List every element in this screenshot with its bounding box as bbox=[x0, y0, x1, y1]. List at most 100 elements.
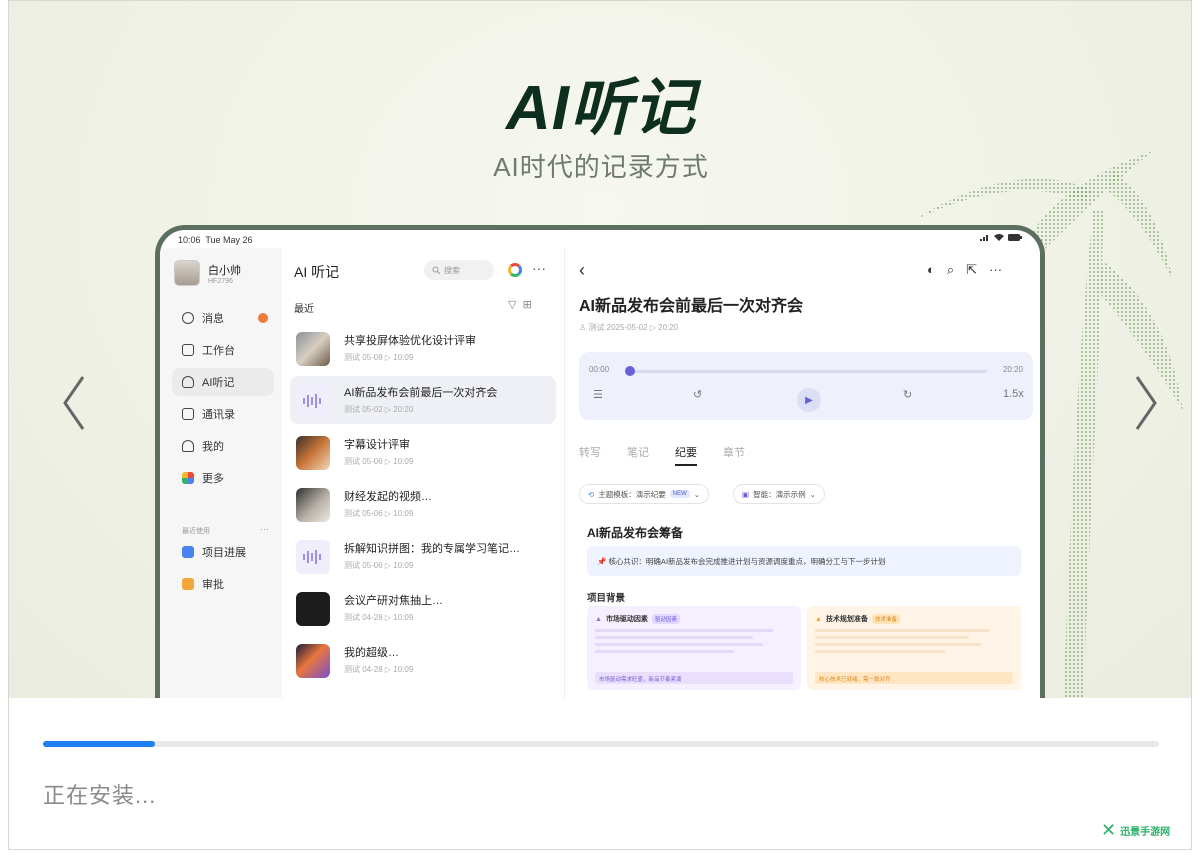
recording-title: AI新品发布会前最后一次对齐会 bbox=[579, 298, 804, 315]
message-icon bbox=[182, 312, 194, 324]
approve-icon bbox=[182, 578, 194, 590]
ai-assistant-icon[interactable] bbox=[508, 263, 522, 277]
sidebar-item-label: 我的 bbox=[202, 441, 224, 453]
item-meta: 测试 05-06 ▷ 10:09 bbox=[344, 561, 414, 570]
app-sidebar: 白小帅 HF2796 消息 工作台 AI听记 通讯录 我的 更多 最近使用 ··… bbox=[160, 248, 282, 698]
status-date: Tue May 26 bbox=[205, 235, 253, 245]
watermark-logo-icon: ✕ bbox=[1101, 820, 1117, 840]
item-meta: 测试 05-02 ▷ 20:20 bbox=[344, 405, 414, 414]
back-arrow-icon[interactable]: ‹ bbox=[579, 260, 585, 281]
status-icons bbox=[980, 234, 1022, 241]
text-line bbox=[815, 650, 946, 653]
playback-speed[interactable]: 1.5x bbox=[1003, 388, 1024, 400]
search-icon[interactable]: ⌕ bbox=[947, 262, 954, 278]
recent-more-icon[interactable]: ··· bbox=[260, 524, 269, 534]
item-title: 共享投屏体验优化设计评审 bbox=[344, 335, 476, 347]
user-profile[interactable]: 白小帅 HF2796 bbox=[174, 260, 241, 286]
tab-notes[interactable]: 笔记 bbox=[627, 444, 649, 466]
chip-label: 主题模板：演示纪要 bbox=[598, 489, 666, 499]
thumbnail-image bbox=[296, 592, 330, 626]
progress-handle[interactable] bbox=[625, 366, 635, 376]
pin-icon: 📌 bbox=[597, 557, 609, 566]
watermark-text: 迅景手游网 bbox=[1120, 827, 1171, 838]
smart-selector[interactable]: ▣ 智能：演示示例 ⌄ bbox=[733, 484, 825, 504]
tab-chapters[interactable]: 章节 bbox=[723, 444, 745, 466]
unread-badge bbox=[258, 313, 268, 323]
sidebar-item-label: 消息 bbox=[202, 313, 224, 325]
status-time: 10:06 bbox=[178, 235, 201, 245]
more-options-icon[interactable]: ··· bbox=[989, 262, 1002, 278]
sidebar-item-workbench[interactable]: 工作台 bbox=[172, 336, 274, 364]
battery-icon bbox=[1008, 234, 1022, 241]
sidebar-item-contacts[interactable]: 通讯录 bbox=[172, 400, 274, 428]
install-progress-area: 正在安装... ✕ 迅景手游网 bbox=[9, 698, 1191, 849]
list-item[interactable]: AI新品发布会前最后一次对齐会 测试 05-02 ▷ 20:20 bbox=[290, 376, 556, 424]
card-footer: 市场驱动需求旺盛，新品节奏紧凑 bbox=[595, 672, 793, 684]
item-meta: 测试 05-06 ▷ 10:09 bbox=[344, 509, 414, 518]
sidebar-item-approval[interactable]: 审批 bbox=[172, 570, 274, 598]
share-icon[interactable]: ⇱ bbox=[966, 262, 977, 278]
play-button[interactable]: ▶ bbox=[797, 388, 821, 412]
thumbnail-image bbox=[296, 644, 330, 678]
recording-list-panel: AI 听记 搜索 ··· 最近 ▽ ⊞ 共享投屏体验优化设计评审 测试 05-0… bbox=[282, 248, 565, 698]
signal-icon bbox=[980, 235, 988, 241]
list-item[interactable]: 财经发起的视频… 测试 05-06 ▷ 10:09 bbox=[290, 480, 556, 528]
summary-card: ▲ 市场驱动因素 驱动因素 市场驱动需求旺盛，新品节奏紧凑 bbox=[587, 606, 801, 690]
item-title: 会议产研对焦抽上… bbox=[344, 595, 443, 607]
sidebar-item-me[interactable]: 我的 bbox=[172, 432, 274, 460]
summary-subsection-title: 项目背景 bbox=[587, 593, 626, 604]
list-item[interactable]: 字幕设计评审 测试 05-06 ▷ 10:09 bbox=[290, 428, 556, 476]
filter-icon[interactable]: ▽ ⊞ bbox=[508, 298, 532, 311]
template-icon: ⟲ bbox=[588, 489, 595, 499]
audio-player: 00:00 20:20 ☰ ↺ ▶ ↻ 1.5x bbox=[579, 352, 1033, 420]
thumbnail-image bbox=[296, 332, 330, 366]
template-selector[interactable]: ⟲ 主题模板：演示纪要 NEW ⌄ bbox=[579, 484, 710, 504]
search-icon bbox=[432, 266, 440, 274]
sidebar-item-label: 工作台 bbox=[202, 345, 235, 357]
list-item[interactable]: 拆解知识拼图：我的专属学习笔记… 测试 05-06 ▷ 10:09 bbox=[290, 532, 556, 580]
waveform-icon bbox=[296, 540, 330, 574]
contacts-icon bbox=[182, 408, 194, 420]
theme-toggle-icon[interactable]: ◐ bbox=[927, 262, 935, 278]
list-item[interactable]: 我的超级… 测试 04-28 ▷ 10:09 bbox=[290, 636, 556, 684]
tab-transcript[interactable]: 转写 bbox=[579, 444, 601, 466]
previous-slide-arrow-icon[interactable] bbox=[59, 373, 89, 433]
rewind-icon[interactable]: ↺ bbox=[693, 388, 702, 401]
user-id: HF2796 bbox=[208, 277, 233, 285]
sidebar-item-ai-notes[interactable]: AI听记 bbox=[172, 368, 274, 396]
item-title: 财经发起的视频… bbox=[344, 491, 432, 503]
avatar bbox=[174, 260, 200, 286]
warning-icon: ▲ bbox=[815, 615, 822, 623]
sidebar-item-project-progress[interactable]: 项目进展 bbox=[172, 538, 274, 566]
card-tag: 驱动因素 bbox=[651, 614, 680, 624]
warning-icon: ▲ bbox=[595, 615, 602, 623]
tab-summary[interactable]: 纪要 bbox=[675, 444, 697, 466]
more-options-icon[interactable]: ··· bbox=[532, 260, 546, 276]
card-title: 技术规划准备 bbox=[825, 616, 868, 623]
item-title: 我的超级… bbox=[344, 647, 399, 659]
list-item[interactable]: 共享投屏体验优化设计评审 测试 05-08 ▷ 10:09 bbox=[290, 324, 556, 372]
card-title: 市场驱动因素 bbox=[605, 616, 648, 623]
list-item[interactable]: 会议产研对焦抽上… 测试 04-28 ▷ 10:09 bbox=[290, 584, 556, 632]
chip-label: 智能：演示示例 bbox=[753, 489, 806, 499]
forward-icon[interactable]: ↻ bbox=[903, 388, 912, 401]
sidebar-item-more[interactable]: 更多 bbox=[172, 464, 274, 492]
hero-banner: AI听记 AI时代的记录方式 10:06 Tue May 26 白小帅 HF27… bbox=[9, 1, 1191, 698]
tablet-status-bar: 10:06 Tue May 26 bbox=[160, 230, 1040, 248]
search-input[interactable]: 搜索 bbox=[424, 260, 494, 280]
next-slide-arrow-icon[interactable] bbox=[1131, 373, 1161, 433]
player-controls: ☰ ↺ ▶ ↻ 1.5x bbox=[593, 388, 1024, 412]
progress-track[interactable] bbox=[627, 370, 987, 373]
summary-card: ▲ 技术规划准备 技术准备 核心技术已就绪，需一致对齐 bbox=[807, 606, 1021, 690]
play-icon: ▶ bbox=[805, 394, 813, 406]
detail-toolbar: ◐ ⌕ ⇱ ··· bbox=[927, 262, 1002, 278]
install-status-text: 正在安装... bbox=[43, 783, 157, 808]
summary-section-title: AI新品发布会筹备 bbox=[587, 526, 684, 540]
settings-sliders-icon[interactable]: ☰ bbox=[593, 388, 603, 401]
total-time: 20:20 bbox=[1002, 365, 1023, 374]
waveform-icon bbox=[296, 384, 330, 418]
item-meta: 测试 05-06 ▷ 10:09 bbox=[344, 457, 414, 466]
sidebar-item-messages[interactable]: 消息 bbox=[172, 304, 274, 332]
item-meta: 测试 05-08 ▷ 10:09 bbox=[344, 353, 414, 362]
item-title: AI新品发布会前最后一次对齐会 bbox=[344, 387, 498, 399]
